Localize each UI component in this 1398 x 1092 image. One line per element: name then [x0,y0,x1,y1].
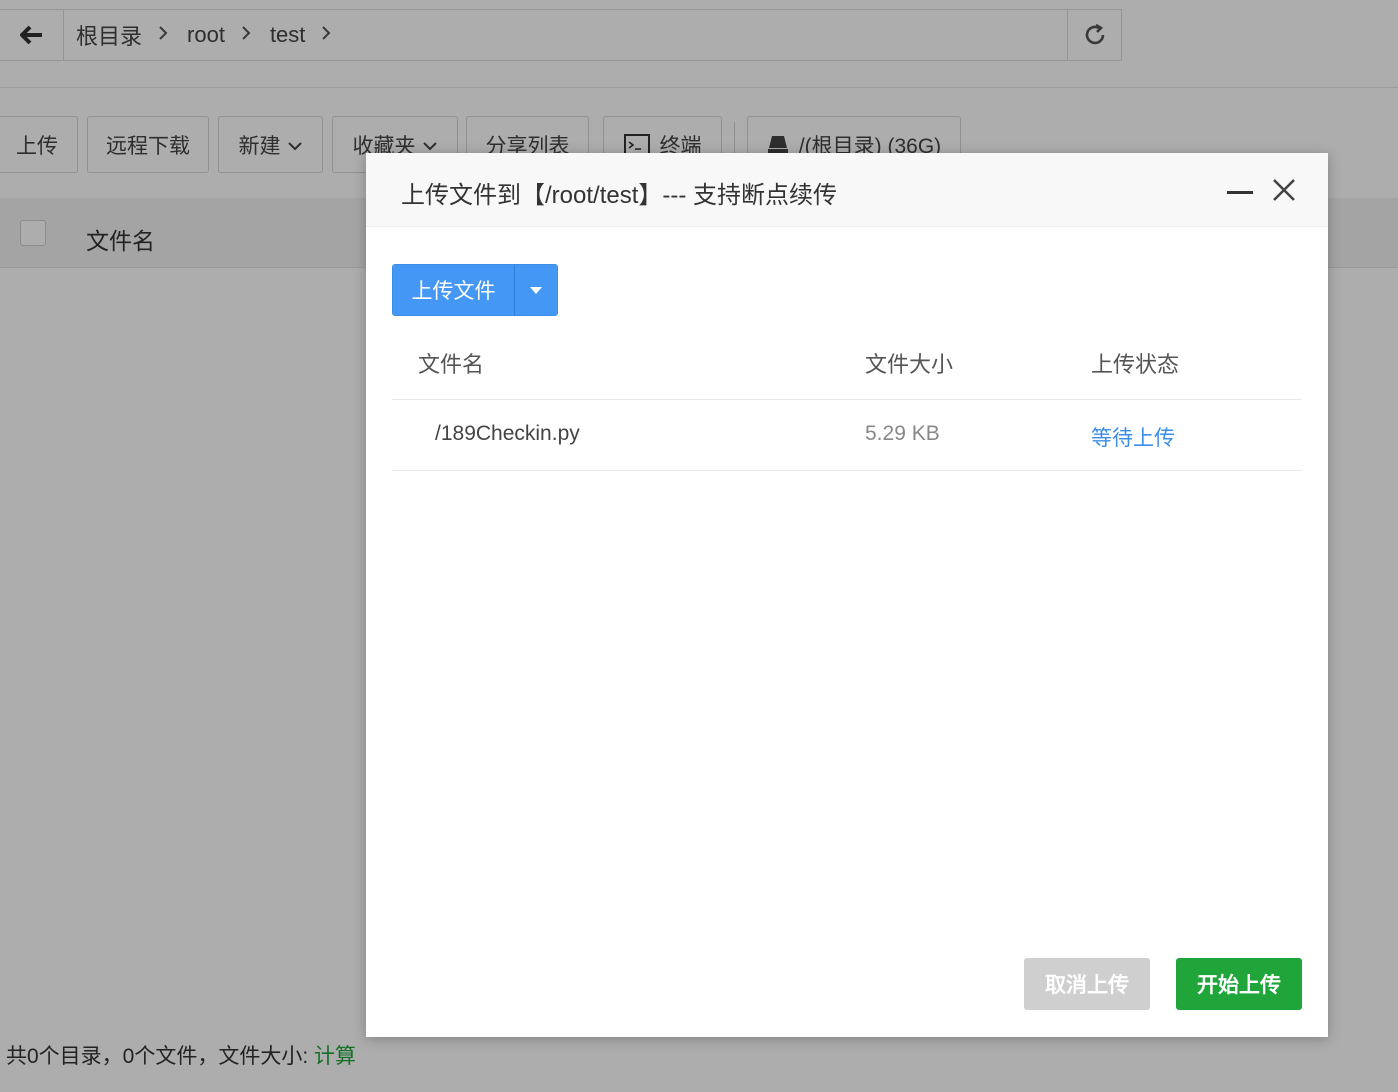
upload-table-header: 文件名 文件大小 上传状态 [392,329,1302,400]
upload-options-dropdown[interactable] [515,265,557,315]
close-icon[interactable] [1271,177,1297,203]
caret-down-icon [530,286,542,294]
upload-file-table: 文件名 文件大小 上传状态 /189Checkin.py 5.29 KB 等待上… [392,329,1302,471]
file-name: /189Checkin.py [435,422,580,445]
column-header-filesize: 文件大小 [865,352,954,377]
upload-file-button[interactable]: 上传文件 [393,265,515,315]
dialog-header: 上传文件到【/root/test】--- 支持断点续传 [366,153,1328,227]
upload-dialog: 上传文件到【/root/test】--- 支持断点续传 上传文件 文件名 文件大… [366,153,1328,1037]
column-header-status: 上传状态 [1091,352,1180,377]
table-row: /189Checkin.py 5.29 KB 等待上传 [392,400,1302,471]
upload-file-split-button: 上传文件 [392,264,558,316]
start-upload-button[interactable]: 开始上传 [1176,958,1302,1010]
minimize-icon[interactable] [1227,191,1253,194]
file-manager-page: 根目录 root test 上传 远程下载 新建 收藏夹 分享列表 终端 /(根… [0,0,1398,1092]
column-header-filename: 文件名 [418,352,485,377]
cancel-upload-button[interactable]: 取消上传 [1024,958,1150,1010]
upload-status: 等待上传 [1091,427,1175,450]
dialog-title: 上传文件到【/root/test】--- 支持断点续传 [401,182,838,209]
file-size: 5.29 KB [865,422,940,445]
